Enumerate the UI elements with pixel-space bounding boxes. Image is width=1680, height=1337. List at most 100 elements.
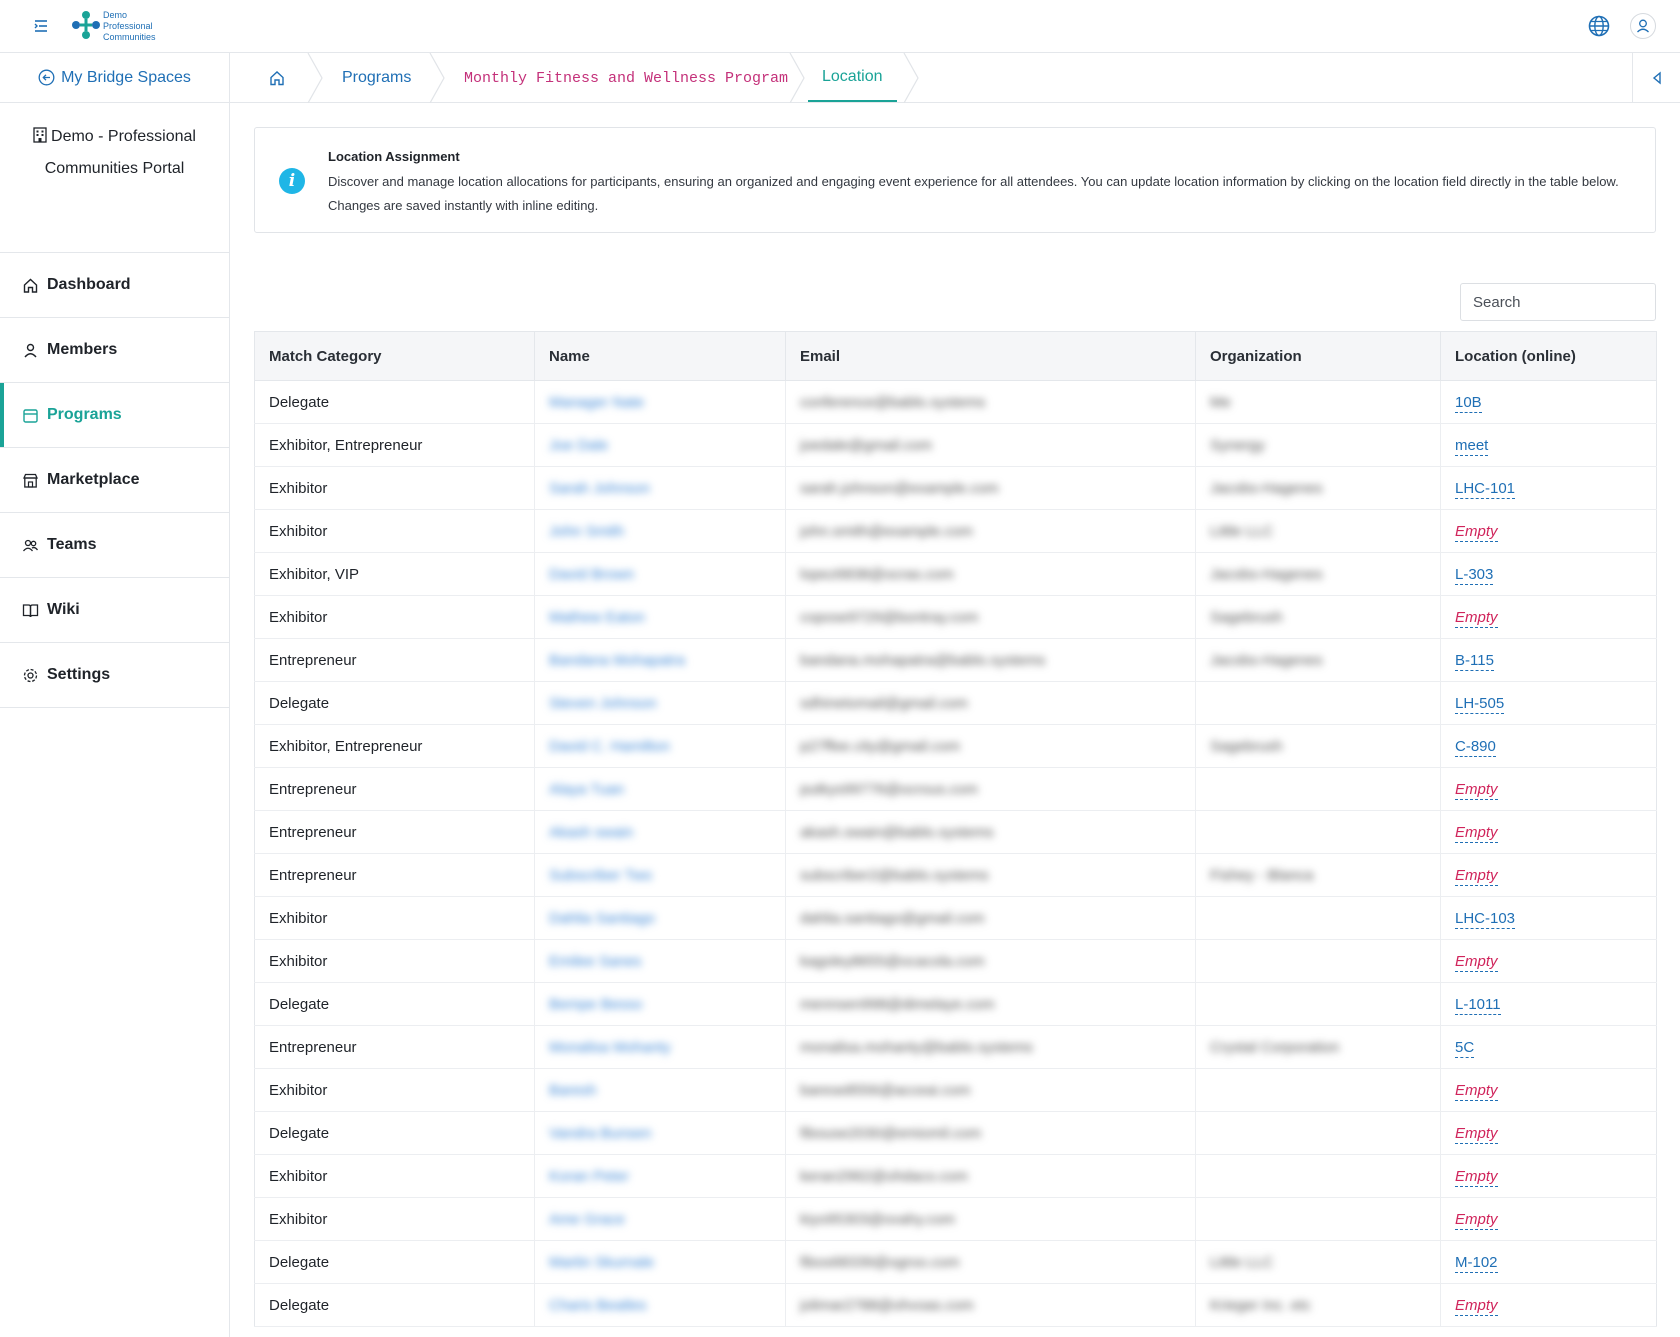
cell-organization-wrap: Crystal Corporation	[1195, 1025, 1441, 1069]
cell-match-category: Entrepreneur	[254, 810, 535, 854]
globe-icon[interactable]	[1587, 14, 1611, 38]
collapse-panel-button[interactable]	[1632, 53, 1680, 103]
table-row: Exhibitor, VIP David Brown lopez6838@ocras…	[254, 552, 1657, 596]
cell-organization: Synergy	[1210, 436, 1266, 454]
location-inline-edit[interactable]: L-303	[1455, 565, 1494, 585]
breadcrumb-program[interactable]: Monthly Fitness and Wellness Program	[464, 53, 788, 103]
location-inline-edit[interactable]: Empty	[1455, 866, 1498, 886]
cell-organization-wrap	[1195, 1068, 1441, 1112]
breadcrumb-home[interactable]	[268, 53, 288, 103]
cell-name-wrap: Manager Nate	[534, 380, 786, 424]
cell-name[interactable]: Steven Johnson	[549, 695, 657, 712]
location-inline-edit[interactable]: Empty	[1455, 823, 1498, 843]
location-inline-edit[interactable]: 5C	[1455, 1038, 1475, 1058]
location-inline-edit[interactable]: L-1011	[1455, 995, 1501, 1015]
search-input[interactable]	[1460, 283, 1656, 321]
location-inline-edit[interactable]: C-890	[1455, 737, 1496, 757]
column-header-match-category[interactable]: Match Category	[254, 331, 535, 381]
column-header-name[interactable]: Name	[534, 331, 786, 381]
cell-email: bandana.mohapatra@bablo.systems	[800, 651, 1046, 669]
cell-organization: Jacobs-Hagenes	[1210, 479, 1323, 497]
sidebar-item-dashboard[interactable]: Dashboard	[0, 253, 229, 318]
location-table: Match Category Name Email Organization L…	[254, 331, 1657, 1327]
cell-name[interactable]: Dahlia Santiago	[549, 910, 655, 927]
cell-name-wrap: Ame Grace	[534, 1197, 786, 1241]
cell-name[interactable]: Joe Dale	[549, 437, 608, 454]
location-inline-edit[interactable]: Empty	[1455, 1210, 1498, 1230]
location-inline-edit[interactable]: Empty	[1455, 1167, 1498, 1187]
cell-name[interactable]: Baresh	[549, 1082, 597, 1099]
sidebar-item-settings[interactable]: Settings	[0, 643, 229, 708]
cell-name[interactable]: Manager Nate	[549, 394, 644, 411]
location-inline-edit[interactable]: Empty	[1455, 952, 1498, 972]
cell-name[interactable]: Sarah Johnson	[549, 480, 650, 497]
cell-name[interactable]: David C. Hamilton	[549, 738, 670, 755]
cell-match-category: Delegate	[254, 1111, 535, 1155]
location-inline-edit[interactable]: LH-505	[1455, 694, 1505, 714]
cell-organization-wrap: Synergy	[1195, 423, 1441, 467]
location-inline-edit[interactable]: Empty	[1455, 780, 1498, 800]
cell-name[interactable]: Alaya Tuan	[549, 781, 624, 798]
cell-name[interactable]: Koran Peter	[549, 1168, 629, 1185]
cell-name[interactable]: Bandana Mohapatra	[549, 652, 685, 669]
cell-email-wrap: sdhinetomail@gmail.com	[785, 681, 1196, 725]
location-inline-edit[interactable]: LHC-101	[1455, 479, 1516, 499]
cell-name[interactable]: Subscriber Two	[549, 867, 652, 884]
cell-name[interactable]: Emilee Sanes	[549, 953, 642, 970]
location-inline-edit[interactable]: B-115	[1455, 651, 1494, 671]
location-inline-edit[interactable]: Empty	[1455, 1081, 1498, 1101]
cell-email: sdhinetomail@gmail.com	[800, 694, 968, 712]
location-inline-edit[interactable]: Empty	[1455, 608, 1498, 628]
breadcrumb-programs[interactable]: Programs	[342, 53, 411, 103]
cell-match-category: Entrepreneur	[254, 638, 535, 682]
location-inline-edit[interactable]: Empty	[1455, 522, 1498, 542]
menu-toggle-icon[interactable]	[30, 16, 52, 36]
location-inline-edit[interactable]: M-102	[1455, 1253, 1498, 1273]
sidebar-item-teams[interactable]: Teams	[0, 513, 229, 578]
sidebar-item-wiki[interactable]: Wiki	[0, 578, 229, 643]
cell-email-wrap: barese8556@acceai.com	[785, 1068, 1196, 1112]
column-header-location[interactable]: Location (online)	[1440, 331, 1657, 381]
column-header-email[interactable]: Email	[785, 331, 1196, 381]
column-header-organization[interactable]: Organization	[1195, 331, 1441, 381]
cell-email: subscriber2@bablo.systems	[800, 866, 989, 884]
location-inline-edit[interactable]: meet	[1455, 436, 1489, 456]
sidebar-item-members[interactable]: Members	[0, 318, 229, 383]
back-to-bridge-spaces-link[interactable]: My Bridge Spaces	[0, 53, 229, 103]
cell-name[interactable]: Charis Beatles	[549, 1297, 647, 1314]
back-link-label: My Bridge Spaces	[61, 68, 191, 86]
breadcrumb-separator-icon	[307, 53, 323, 103]
cell-organization: Jacobs-Hagenes	[1210, 565, 1323, 583]
cell-email-wrap: john.smith@example.com	[785, 509, 1196, 553]
cell-name[interactable]: Monalisa Mohanty	[549, 1039, 671, 1056]
cell-email-wrap: monalisa.mohanty@bablo.systems	[785, 1025, 1196, 1069]
location-inline-edit[interactable]: Empty	[1455, 1124, 1498, 1144]
cell-organization: Fishey - Blanca	[1210, 866, 1314, 884]
cell-name[interactable]: Akash swain	[549, 824, 633, 841]
cell-email: keran2962@ohdaco.com	[800, 1167, 968, 1185]
location-inline-edit[interactable]: 10B	[1455, 393, 1482, 413]
chevron-left-icon	[1652, 71, 1661, 85]
sidebar-item-programs[interactable]: Programs	[0, 383, 229, 448]
table-row: Exhibitor Sarah Johnson sarah.johnson@exam…	[254, 466, 1657, 510]
sidebar-item-marketplace[interactable]: Marketplace	[0, 448, 229, 513]
store-icon	[23, 473, 38, 488]
cell-name[interactable]: John Smith	[549, 523, 624, 540]
location-inline-edit[interactable]: LHC-103	[1455, 909, 1516, 929]
cell-organization-wrap: Sagebrush	[1195, 595, 1441, 639]
cell-location-wrap: Empty	[1440, 509, 1657, 553]
breadcrumb-current[interactable]: Location	[808, 53, 897, 102]
cell-name[interactable]: Martin Skurnale	[549, 1254, 654, 1271]
cell-name[interactable]: Bempe Besso	[549, 996, 642, 1013]
location-inline-edit[interactable]: Empty	[1455, 1296, 1498, 1316]
cell-name[interactable]: Ame Grace	[549, 1211, 625, 1228]
logo[interactable]: Demo Professional Communities	[70, 9, 160, 45]
cell-name[interactable]: David Brown	[549, 566, 634, 583]
cell-location-wrap: Empty	[1440, 1154, 1657, 1198]
cell-email-wrap: lopez6838@ocras.com	[785, 552, 1196, 596]
table-row: Entrepreneur Monalisa Mohanty monalisa.moh…	[254, 1025, 1657, 1069]
table-row: Delegate Vandra Bunsen fibouse2030@emiomil…	[254, 1111, 1657, 1155]
user-avatar-button[interactable]	[1630, 13, 1656, 39]
cell-name[interactable]: Vandra Bunsen	[549, 1125, 651, 1142]
cell-name[interactable]: Mathew Eaton	[549, 609, 645, 626]
